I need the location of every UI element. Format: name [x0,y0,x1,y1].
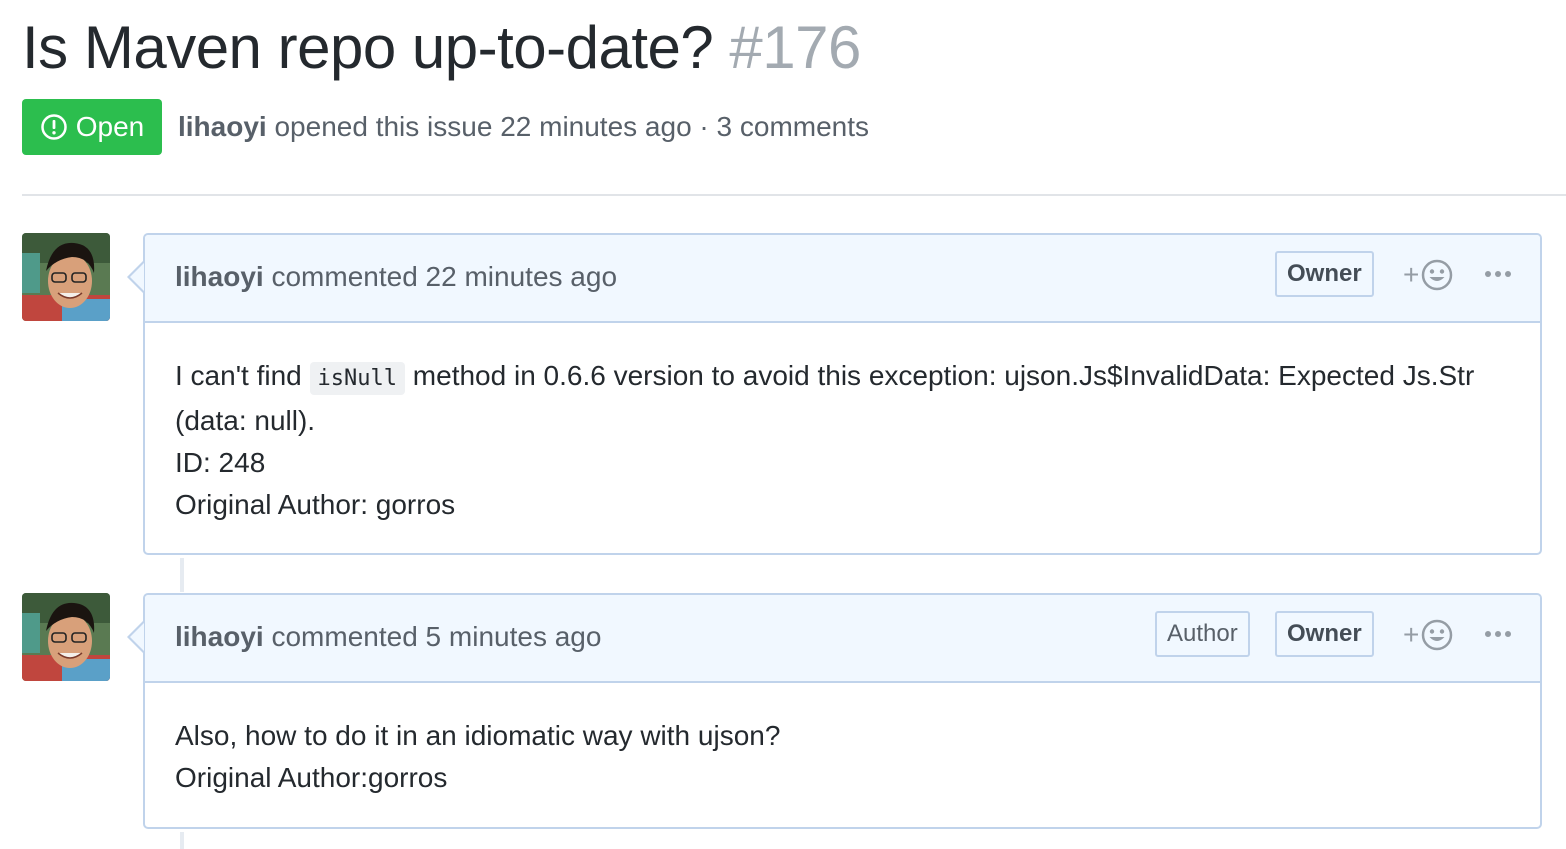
avatar[interactable] [22,593,110,681]
comment-arrow-fill [130,623,144,651]
owner-label: Owner [1275,611,1374,657]
comment: lihaoyi commented 22 minutes ago Owner + [127,233,1542,555]
author-label: Author [1155,611,1250,657]
comment-timestamp[interactable]: commented 22 minutes ago [264,261,617,292]
comment-body: Also, how to do it in an idiomatic way w… [145,683,1540,819]
comment-line: Also, how to do it in an idiomatic way w… [175,720,781,751]
timeline-connector [180,832,184,849]
comment-author-link[interactable]: lihaoyi [175,621,264,652]
comment-line: Original Author: gorros [175,489,456,520]
comment-text: I can't find [175,360,310,391]
plus-icon: + [1403,619,1420,650]
issue-state-label: Open [75,111,145,142]
add-reaction-button[interactable]: + [1403,257,1459,293]
header-divider [22,194,1566,196]
comment-header: lihaoyi commented 22 minutes ago Owner + [130,235,1540,323]
comment-line: Original Author:gorros [175,762,448,793]
comment-body: I can't find isNull method in 0.6.6 vers… [145,323,1540,546]
smiley-icon [1421,619,1453,651]
comment-options-button[interactable] [1483,619,1513,649]
issue-page: Is Maven repo up-to-date? #176 Open liha… [0,0,1566,849]
plus-icon: + [1403,259,1420,290]
issue-title: Is Maven repo up-to-date? #176 [22,10,861,86]
comment-options-button[interactable] [1483,259,1513,289]
comment-timestamp[interactable]: commented 5 minutes ago [264,621,601,652]
timeline-connector [180,558,184,592]
comment-head-text: lihaoyi commented 22 minutes ago [175,257,617,297]
issue-author-link[interactable]: lihaoyi [178,111,267,142]
comment-header: lihaoyi commented 5 minutes ago Author O… [130,595,1540,683]
owner-label: Owner [1275,251,1374,297]
comment-paragraph: I can't find isNull method in 0.6.6 vers… [175,355,1510,442]
issue-meta-text: opened this issue 22 minutes ago · 3 com… [266,111,870,142]
comment-head-text: lihaoyi commented 5 minutes ago [175,617,601,657]
add-reaction-button[interactable]: + [1403,617,1459,653]
issue-number: #176 [729,14,861,81]
issue-opened-icon [40,113,68,141]
comment-arrow-fill [130,263,144,291]
issue-meta: lihaoyi opened this issue 22 minutes ago… [178,106,869,148]
comment-author-link[interactable]: lihaoyi [175,261,264,292]
avatar[interactable] [22,233,110,321]
issue-title-text: Is Maven repo up-to-date? [22,14,714,81]
comment: lihaoyi commented 5 minutes ago Author O… [127,593,1542,829]
kebab-horizontal-icon [1484,630,1512,638]
kebab-horizontal-icon [1484,270,1512,278]
issue-state-badge: Open [22,99,162,155]
inline-code: isNull [309,362,406,395]
comment-line: ID: 248 [175,447,266,478]
smiley-icon [1421,259,1453,291]
